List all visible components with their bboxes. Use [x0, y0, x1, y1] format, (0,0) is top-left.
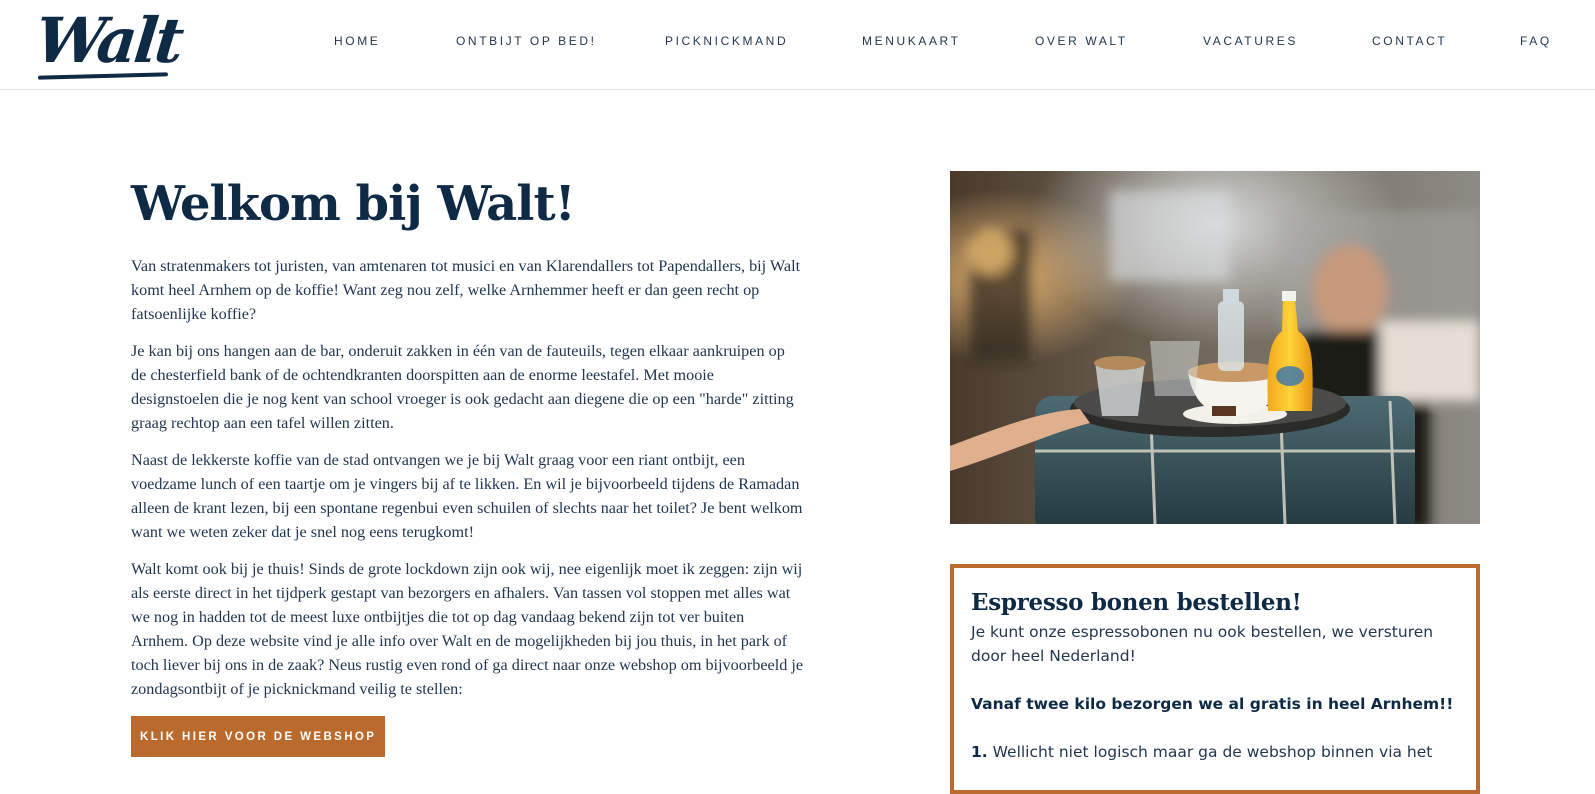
- intro-paragraph: Je kan bij ons hangen aan de bar, onderu…: [131, 342, 794, 432]
- intro-paragraph: Naast de lekkerste koffie van de stad on…: [131, 451, 803, 541]
- nav-item-ontbijt-op-bed[interactable]: ONTBIJT OP BED!: [456, 33, 597, 49]
- espresso-description: Je kunt onze espressobonen nu ook bestel…: [971, 623, 1434, 665]
- intro-paragraph: Walt komt ook bij je thuis! Sinds de gro…: [131, 560, 804, 698]
- nav-item-faq[interactable]: FAQ: [1520, 33, 1552, 49]
- nav-item-home[interactable]: HOME: [334, 33, 380, 49]
- espresso-step-1: 1. Wellicht niet logisch maar ga de webs…: [971, 740, 1459, 764]
- webshop-button[interactable]: KLIK HIER VOOR DE WEBSHOP: [131, 716, 386, 757]
- main-navigation: HOME ONTBIJT OP BED! PICKNICKMAND MENUKA…: [0, 33, 1595, 53]
- nav-item-picknickmand[interactable]: PICKNICKMAND: [665, 33, 788, 49]
- espresso-title: Espresso bonen bestellen!: [971, 589, 1302, 616]
- page-title: Welkom bij Walt!: [131, 176, 576, 232]
- cafe-photo-illustration: [950, 171, 1480, 524]
- cafe-photo: [950, 171, 1480, 524]
- site-header: Walt HOME ONTBIJT OP BED! PICKNICKMAND M…: [0, 0, 1595, 90]
- intro-text: Van stratenmakers tot juristen, van amte…: [131, 254, 803, 701]
- intro-paragraph: Van stratenmakers tot juristen, van amte…: [131, 257, 801, 323]
- espresso-order-panel: Espresso bonen bestellen! Je kunt onze e…: [950, 564, 1480, 794]
- step-text: Wellicht niet logisch maar ga de webshop…: [987, 743, 1433, 761]
- nav-item-menukaart[interactable]: MENUKAART: [862, 33, 961, 49]
- welcome-section: Welkom bij Walt! Van stratenmakers tot j…: [131, 168, 803, 757]
- espresso-free-delivery-note: Vanaf twee kilo bezorgen we al gratis in…: [971, 695, 1454, 713]
- nav-item-contact[interactable]: CONTACT: [1372, 33, 1447, 49]
- nav-item-over-walt[interactable]: OVER WALT: [1035, 33, 1128, 49]
- step-number: 1.: [971, 743, 988, 761]
- nav-item-vacatures[interactable]: VACATURES: [1203, 33, 1298, 49]
